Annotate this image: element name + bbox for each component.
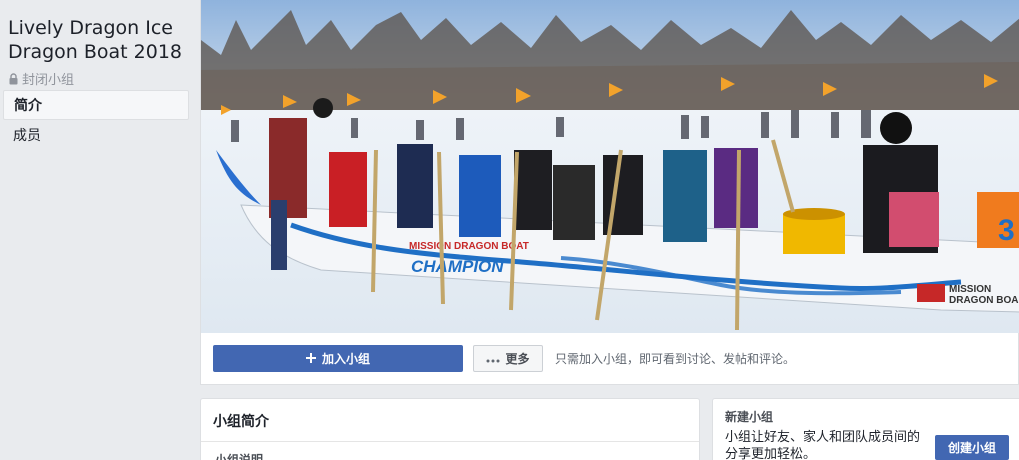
create-group-title: 新建小组	[725, 410, 774, 424]
group-privacy: 封闭小组	[9, 69, 74, 88]
more-label: 更多	[505, 352, 530, 366]
boat-text-4: DRAGON BOA	[949, 295, 1018, 306]
create-group-card: 新建小组 小组让好友、家人和团队成员间的分享更加轻松。 创建小组	[712, 398, 1019, 460]
about-card: 小组简介 小组说明	[200, 398, 700, 460]
nav-item-members[interactable]: 成员	[3, 121, 189, 151]
join-hint-text: 只需加入小组，即可看到讨论、发帖和评论。	[555, 352, 796, 366]
about-card-subtitle: 小组说明	[215, 453, 264, 460]
join-group-button[interactable]: 加入小组	[213, 345, 463, 372]
lock-icon	[9, 72, 18, 85]
create-group-button[interactable]: 创建小组	[935, 435, 1009, 460]
more-dots-icon	[486, 352, 500, 366]
create-group-description: 小组让好友、家人和团队成员间的分享更加轻松。	[725, 430, 921, 460]
about-card-title: 小组简介	[213, 414, 269, 430]
group-name[interactable]: Lively Dragon Ice Dragon Boat 2018	[8, 16, 194, 64]
privacy-label: 封闭小组	[22, 73, 75, 88]
more-button[interactable]: 更多	[473, 345, 543, 372]
boat-text-1: MISSION DRAGON BOAT	[409, 241, 529, 252]
cover-photo[interactable]: MISSION DRAGON BOAT CHAMPION MISSION DRA…	[201, 0, 1019, 333]
divider	[201, 441, 699, 442]
cover-card: MISSION DRAGON BOAT CHAMPION MISSION DRA…	[200, 0, 1019, 385]
boat-text-3: MISSION	[949, 284, 991, 295]
join-group-label: 加入小组	[321, 352, 370, 366]
nav-item-about[interactable]: 简介	[3, 90, 189, 120]
boat-number: 3	[998, 214, 1015, 247]
left-sidebar: Lively Dragon Ice Dragon Boat 2018 封闭小组 …	[0, 0, 196, 460]
plus-icon	[305, 352, 316, 366]
boat-text-2: CHAMPION	[411, 257, 504, 276]
